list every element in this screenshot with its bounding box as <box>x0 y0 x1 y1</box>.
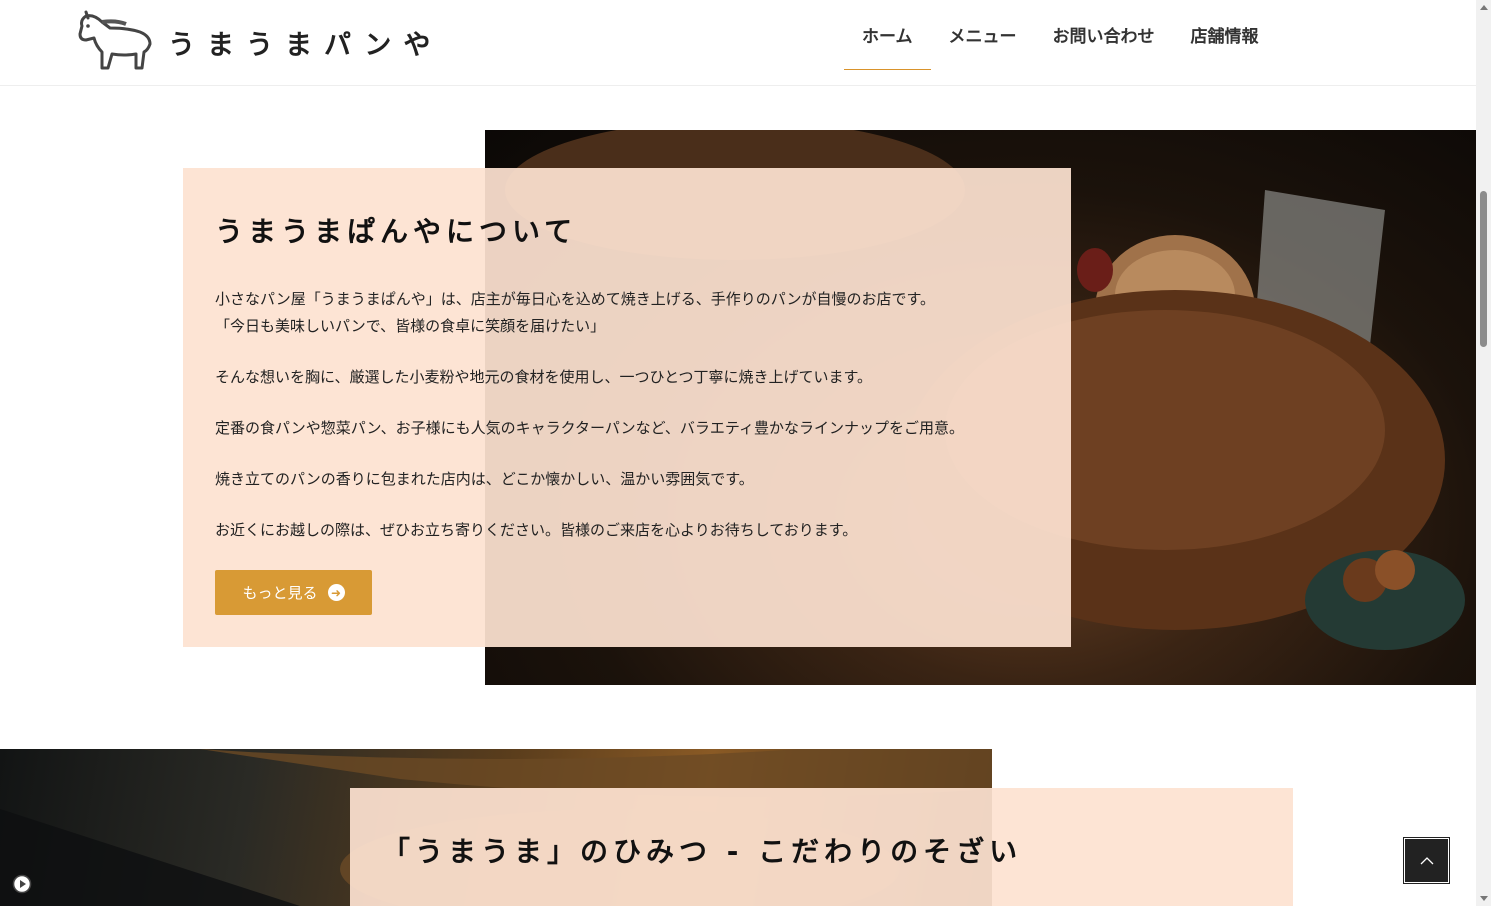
arrow-right-circle-icon: ➜ <box>327 584 345 601</box>
secret-card: 「うまうま」のひみつ - こだわりのそざい <box>350 788 1293 906</box>
logo-text: うまうまパンや <box>168 29 443 61</box>
more-button-label: もっと見る <box>242 584 318 602</box>
site-logo[interactable]: うまうまパンや <box>76 10 442 74</box>
main-nav: ホーム メニュー お問い合わせ 店舗情報 <box>844 0 1277 85</box>
scrollbar-thumb[interactable] <box>1480 191 1487 347</box>
site-header: うまうまパンや ホーム メニュー お問い合わせ 店舗情報 <box>0 0 1476 86</box>
about-card: うまうまぱんやについて 小さなパン屋「うまうまぱんや」は、店主が毎日心を込めて焼… <box>183 168 1071 647</box>
scroll-up-arrow-icon[interactable] <box>1480 5 1488 10</box>
nav-item-store-info[interactable]: 店舗情報 <box>1173 0 1277 69</box>
scroll-down-arrow-icon[interactable] <box>1480 896 1488 901</box>
about-title: うまうまぱんやについて <box>215 215 578 248</box>
about-paragraph: 小さなパン屋「うまうまぱんや」は、店主が毎日心を込めて焼き上げる、手作りのパンが… <box>215 290 936 335</box>
horse-icon <box>78 10 152 70</box>
back-to-top-button[interactable] <box>1403 837 1450 884</box>
nav-item-home[interactable]: ホーム <box>844 0 931 70</box>
chevron-up-icon <box>1420 856 1433 864</box>
play-circle-icon[interactable] <box>12 874 32 894</box>
secret-title: 「うまうま」のひみつ - こだわりのそざい <box>382 835 1023 868</box>
about-paragraph: 定番の食パンや惣菜パン、お子様にも人気のキャラクターパンなど、バラエティ豊かなラ… <box>215 419 964 437</box>
nav-item-contact[interactable]: お問い合わせ <box>1035 0 1173 69</box>
more-button[interactable]: もっと見る ➜ <box>215 570 372 615</box>
about-paragraph: 焼き立てのパンの香りに包まれた店内は、どこか懐かしい、温かい雰囲気です。 <box>215 470 754 488</box>
nav-item-menu[interactable]: メニュー <box>931 0 1035 69</box>
about-paragraph: お近くにお越しの際は、ぜひお立ち寄りください。皆様のご来店を心よりお待ちしており… <box>215 521 858 539</box>
scrollbar[interactable] <box>1476 0 1491 906</box>
about-text: 小さなパン屋「うまうまぱんや」は、店主が毎日心を込めて焼き上げる、手作りのパンが… <box>215 286 1045 568</box>
about-paragraph: そんな想いを胸に、厳選した小麦粉や地元の食材を使用し、一つひとつ丁寧に焼き上げて… <box>215 368 873 386</box>
